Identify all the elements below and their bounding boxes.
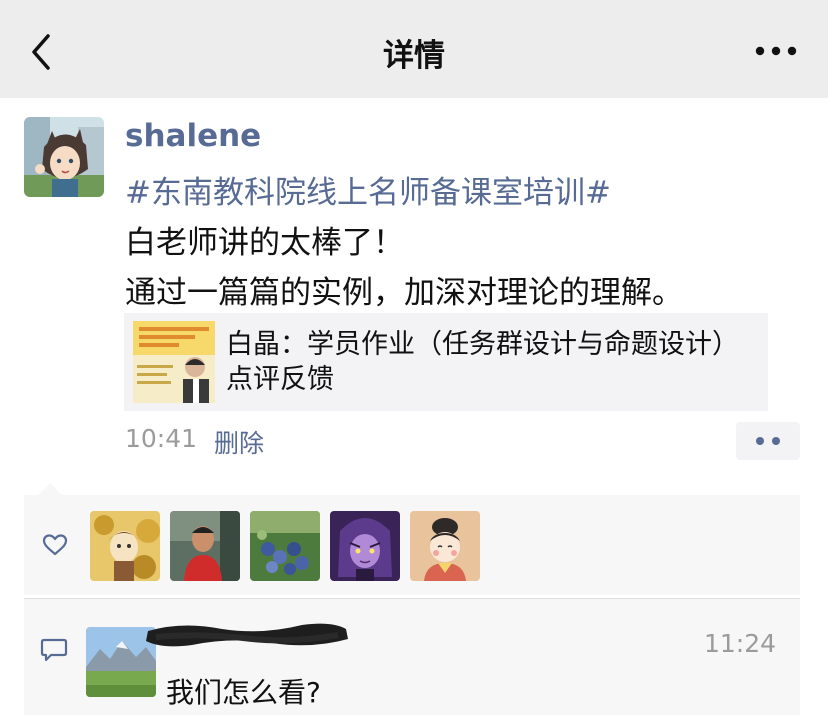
liker-avatar[interactable] bbox=[90, 511, 160, 581]
post-content: #东南教科院线上名师备课室培训# 白老师讲的太棒了！ 通过一篇篇的实例，加深对理… bbox=[125, 168, 805, 318]
liker-avatar[interactable] bbox=[410, 511, 480, 581]
poster-avatar[interactable] bbox=[24, 117, 104, 197]
panel-pointer bbox=[38, 483, 62, 495]
liker-avatar[interactable] bbox=[250, 511, 320, 581]
hashtag-link[interactable]: #东南教科院线上名师备课室培训# bbox=[125, 168, 805, 218]
comment-bubble-icon bbox=[40, 637, 68, 663]
poster-username[interactable]: shalene bbox=[125, 118, 261, 154]
article-title: 白晶：学员作业（任务群设计与命题设计）点评反馈 bbox=[226, 329, 739, 395]
like-comment-action-button[interactable] bbox=[736, 422, 800, 460]
comment-timestamp: 11:24 bbox=[703, 629, 776, 658]
post-timestamp: 10:41 bbox=[125, 424, 198, 453]
shared-article-card[interactable]: 白晶：学员作业（任务群设计与命题设计）点评反馈 bbox=[124, 313, 768, 411]
action-dot-icon bbox=[772, 437, 780, 445]
article-thumbnail bbox=[133, 321, 215, 403]
liker-avatar[interactable] bbox=[330, 511, 400, 581]
comment-text: 我们怎么看? bbox=[166, 676, 321, 709]
comments-panel: 11:24 我们怎么看? bbox=[24, 599, 800, 715]
redacted-commenter-name bbox=[142, 615, 352, 655]
page-title: 详情 bbox=[383, 38, 445, 74]
post-text-line: 白老师讲的太棒了！ bbox=[125, 225, 404, 261]
post-text-line: 通过一篇篇的实例，加深对理论的理解。 bbox=[125, 275, 683, 311]
delete-button[interactable]: 删除 bbox=[214, 424, 264, 460]
likes-panel bbox=[24, 495, 800, 595]
more-dots-icon[interactable] bbox=[754, 36, 798, 66]
liker-avatar[interactable] bbox=[170, 511, 240, 581]
action-dot-icon bbox=[756, 437, 764, 445]
nav-bar: 详情 bbox=[0, 0, 828, 98]
heart-outline-icon bbox=[42, 533, 68, 557]
